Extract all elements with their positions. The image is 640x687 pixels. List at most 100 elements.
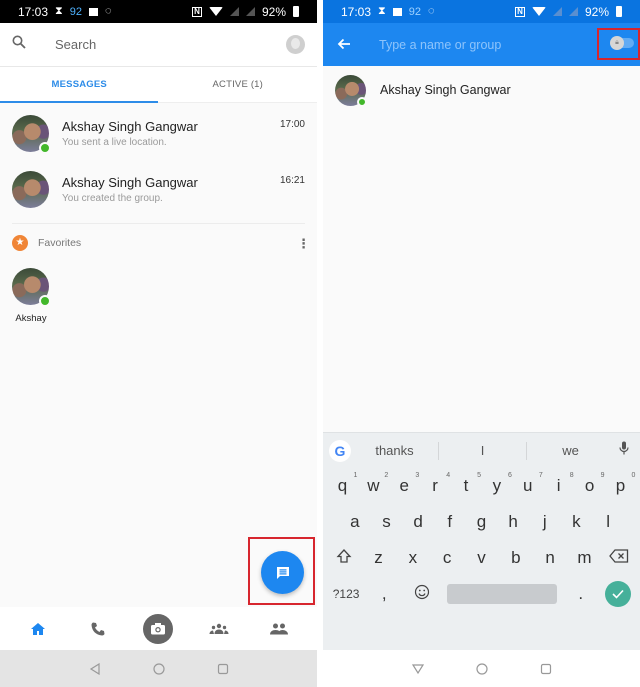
key-b[interactable]: b — [502, 548, 530, 568]
recipient-search-input[interactable] — [379, 37, 626, 52]
suggestion[interactable]: I — [439, 443, 526, 458]
key-w-wrapper[interactable]: w2 — [359, 472, 388, 496]
back-nav-icon[interactable] — [411, 663, 424, 675]
key-n[interactable]: n — [536, 548, 564, 568]
avatar — [335, 74, 367, 107]
key-hint: 1 — [353, 472, 358, 479]
key-d[interactable]: d — [404, 512, 432, 532]
conversation-name: Akshay Singh Gangwar — [62, 174, 198, 190]
favorites-header: ★ Favorites ⋮ — [0, 224, 317, 262]
key-k[interactable]: k — [562, 512, 590, 532]
key-t[interactable]: t — [464, 476, 469, 495]
tab-active[interactable]: ACTIVE (1) — [159, 67, 318, 102]
shift-key[interactable] — [330, 548, 358, 569]
key-a[interactable]: a — [341, 512, 369, 532]
keyboard-row: q1w2e3r4t5y6u7i8o9p0 — [323, 468, 640, 504]
status-time: 17:03 — [341, 4, 372, 19]
battery-percent: 92% — [261, 4, 286, 19]
key-o[interactable]: o — [585, 476, 594, 495]
key-y-wrapper[interactable]: y6 — [483, 472, 512, 496]
conversation-item[interactable]: Akshay Singh Gangwar You sent a live loc… — [0, 105, 317, 161]
key-q-wrapper[interactable]: q1 — [328, 472, 358, 496]
tab-messages[interactable]: MESSAGES — [0, 67, 159, 102]
home-nav-icon[interactable] — [475, 662, 488, 675]
period-key[interactable]: . — [567, 584, 595, 604]
signal-icon — [245, 7, 255, 16]
key-hint: 7 — [538, 472, 543, 479]
key-t-wrapper[interactable]: t5 — [452, 472, 481, 496]
key-r-wrapper[interactable]: r4 — [421, 472, 450, 496]
nfc-icon: N — [191, 6, 202, 17]
status-bar: 17:03 ⧗ 92 ◌ N 92% — [323, 0, 640, 23]
back-arrow-icon[interactable] — [337, 34, 357, 55]
signal-icon — [229, 7, 239, 16]
favorite-name: Akshay — [15, 313, 47, 324]
key-y[interactable]: y — [493, 476, 502, 495]
search-input[interactable]: Search — [55, 37, 286, 52]
people-icon[interactable] — [264, 614, 294, 644]
camera-button[interactable] — [143, 613, 174, 644]
notification-count: 92 — [408, 5, 422, 18]
key-q[interactable]: q — [338, 476, 347, 495]
suggestion[interactable]: we — [527, 443, 614, 458]
home-nav-icon[interactable] — [152, 662, 165, 675]
key-o-wrapper[interactable]: o9 — [576, 472, 605, 496]
messenger-home-screen: 17:03 ⧗ 92 ◌ N 92% Search MESSAGES ACTIV… — [0, 0, 317, 687]
on-screen-keyboard: G thanks I we q1w2e3r4t5y6u7i8o9p0 asdfg… — [323, 432, 640, 650]
microphone-icon[interactable] — [614, 441, 634, 460]
key-z[interactable]: z — [364, 548, 392, 568]
contact-suggestion[interactable]: Akshay Singh Gangwar — [323, 68, 640, 112]
messenger-icon: ◌ — [105, 5, 112, 17]
conversation-time: 17:00 — [279, 119, 305, 130]
key-p-wrapper[interactable]: p0 — [606, 472, 636, 496]
key-x[interactable]: x — [399, 548, 427, 568]
emoji-key[interactable] — [408, 584, 436, 605]
key-u-wrapper[interactable]: u7 — [514, 472, 543, 496]
secret-conversation-toggle[interactable]: 🔒︎ — [610, 36, 634, 50]
new-message-button[interactable] — [261, 551, 304, 594]
suggestion[interactable]: thanks — [351, 443, 438, 458]
key-v[interactable]: v — [467, 548, 495, 568]
symbols-key[interactable]: ?123 — [332, 587, 360, 601]
home-icon[interactable] — [23, 614, 53, 644]
camera-icon — [151, 623, 166, 635]
key-e[interactable]: e — [399, 476, 408, 495]
key-f[interactable]: f — [436, 512, 464, 532]
key-w[interactable]: w — [367, 476, 379, 495]
key-i[interactable]: i — [557, 476, 561, 495]
groups-icon[interactable] — [204, 614, 234, 644]
recents-nav-icon[interactable] — [540, 663, 552, 675]
back-nav-icon[interactable] — [89, 662, 101, 675]
phone-icon[interactable] — [83, 614, 113, 644]
favorite-contact[interactable]: Akshay — [12, 268, 52, 324]
search-icon[interactable] — [12, 35, 32, 54]
recents-nav-icon[interactable] — [217, 663, 229, 675]
enter-key[interactable] — [604, 581, 631, 607]
key-m[interactable]: m — [570, 548, 598, 568]
conversation-item[interactable]: Akshay Singh Gangwar You created the gro… — [0, 161, 317, 217]
key-s[interactable]: s — [372, 512, 400, 532]
space-bar[interactable] — [446, 584, 557, 604]
key-h[interactable]: h — [499, 512, 527, 532]
key-i-wrapper[interactable]: i8 — [545, 472, 574, 496]
key-c[interactable]: c — [433, 548, 461, 568]
key-l[interactable]: l — [594, 512, 622, 532]
key-p[interactable]: p — [616, 476, 625, 495]
signal-icon — [552, 7, 562, 16]
search-bar[interactable]: Search — [0, 23, 317, 67]
keyboard-row: ?123 , . — [323, 576, 640, 612]
keyboard-row: asdfghjkl — [323, 504, 640, 540]
backspace-key[interactable] — [605, 548, 633, 568]
key-u[interactable]: u — [523, 476, 532, 495]
comma-key[interactable]: , — [370, 584, 398, 604]
key-r[interactable]: r — [432, 476, 438, 495]
nfc-icon: N — [514, 6, 525, 17]
profile-avatar-icon[interactable] — [286, 35, 305, 54]
google-icon[interactable]: G — [329, 439, 351, 462]
new-message-icon — [276, 566, 289, 579]
key-g[interactable]: g — [467, 512, 495, 532]
key-j[interactable]: j — [531, 512, 559, 532]
conversation-time: 16:21 — [279, 175, 305, 186]
more-options-icon[interactable]: ⋮ — [297, 237, 310, 250]
key-e-wrapper[interactable]: e3 — [390, 472, 419, 496]
